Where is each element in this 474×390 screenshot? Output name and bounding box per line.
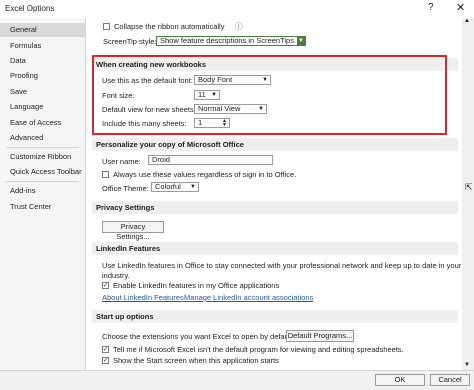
office-theme-value: Colorful: [155, 182, 181, 191]
vertical-scrollbar[interactable]: ▲ ⇱ ▼: [462, 18, 474, 370]
office-theme-dropdown[interactable]: Colorful ▼: [151, 182, 199, 192]
about-linkedin-link[interactable]: About LinkedIn Features: [102, 293, 184, 302]
tell-me-label: Tell me if Microsoft Excel isn't the def…: [113, 345, 404, 354]
chevron-down-icon: ▼: [190, 184, 196, 190]
close-icon[interactable]: ✕: [456, 1, 465, 14]
screentip-value: Show feature descriptions in ScreenTips: [160, 36, 294, 45]
startup-header: Start up options: [92, 310, 458, 323]
window-title: Excel Options: [5, 4, 55, 13]
office-theme-label: Office Theme:: [102, 184, 149, 193]
sidebar-item-general[interactable]: General: [0, 23, 85, 37]
chevron-down-icon: ▼: [297, 37, 305, 45]
dialog-footer: OK Cancel: [0, 370, 474, 390]
sidebar-item-proofing[interactable]: Proofing: [0, 69, 85, 83]
sidebar-item-trust-center[interactable]: Trust Center: [0, 200, 85, 214]
scroll-down-icon[interactable]: ▼: [464, 362, 470, 368]
always-use-values-checkbox[interactable]: [102, 171, 109, 178]
personalize-header: Personalize your copy of Microsoft Offic…: [92, 138, 458, 151]
sidebar-item-formulas[interactable]: Formulas: [0, 39, 85, 53]
sidebar-item-quick-access-toolbar[interactable]: Quick Access Toolbar: [0, 165, 85, 179]
scroll-up-icon[interactable]: ▲: [464, 18, 470, 24]
collapse-ribbon-label: Collapse the ribbon automatically: [114, 22, 225, 31]
enable-linkedin-label: Enable LinkedIn features in my Office ap…: [113, 281, 280, 290]
ok-button[interactable]: OK: [375, 374, 425, 386]
privacy-header: Privacy Settings: [92, 201, 458, 214]
enable-linkedin-checkbox[interactable]: ✓: [102, 282, 109, 289]
linkedin-description: Use LinkedIn features in Office to stay …: [102, 261, 462, 270]
sidebar-divider: [6, 147, 79, 148]
choose-extensions-label: Choose the extensions you want Excel to …: [102, 332, 295, 341]
cancel-button[interactable]: Cancel: [430, 374, 470, 386]
linkedin-header: LinkedIn Features: [92, 242, 458, 255]
sidebar-item-customize-ribbon[interactable]: Customize Ribbon: [0, 150, 85, 164]
sidebar-item-advanced[interactable]: Advanced: [0, 131, 85, 145]
sidebar-item-save[interactable]: Save: [0, 85, 85, 99]
always-use-values-label: Always use these values regardless of si…: [113, 170, 297, 179]
sidebar-divider: [6, 181, 79, 182]
username-label: User name:: [102, 157, 141, 166]
tell-me-checkbox[interactable]: ✓: [102, 346, 109, 353]
highlight-box: [92, 55, 447, 135]
info-icon: ⓘ: [235, 22, 243, 31]
mouse-cursor-icon: ⇱: [465, 182, 473, 192]
help-icon[interactable]: ?: [428, 2, 434, 13]
screentip-label: ScreenTip style:: [103, 37, 157, 46]
manage-linkedin-link[interactable]: Manage LinkedIn account associations: [184, 293, 313, 302]
sidebar-item-language[interactable]: Language: [0, 100, 85, 114]
linkedin-description-cont: industry.: [102, 271, 130, 280]
title-bar: Excel Options ? ✕: [0, 0, 474, 18]
privacy-settings-button[interactable]: Privacy Settings...: [102, 221, 164, 241]
username-input[interactable]: Droid: [148, 155, 273, 165]
username-value: Droid: [152, 155, 170, 164]
sidebar-item-add-ins[interactable]: Add-ins: [0, 184, 85, 198]
sidebar-item-ease-of-access[interactable]: Ease of Access: [0, 116, 85, 130]
sidebar: General Formulas Data Proofing Save Lang…: [0, 18, 86, 370]
collapse-ribbon-checkbox[interactable]: [103, 23, 110, 30]
start-screen-checkbox[interactable]: ✓: [102, 357, 109, 364]
screentip-dropdown[interactable]: Show feature descriptions in ScreenTips …: [156, 36, 306, 46]
sidebar-item-data[interactable]: Data: [0, 54, 85, 68]
default-programs-button[interactable]: Default Programs...: [286, 330, 354, 342]
start-screen-label: Show the Start screen when this applicat…: [113, 356, 279, 365]
